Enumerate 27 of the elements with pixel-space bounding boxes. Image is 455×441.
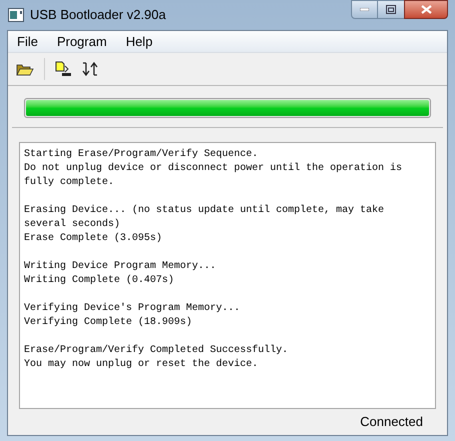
log-line: Writing Device Program Memory...	[24, 260, 216, 274]
maximize-icon	[386, 5, 396, 14]
menu-item[interactable]: Program	[56, 32, 107, 52]
close-button[interactable]	[404, 0, 448, 19]
app-icon	[8, 8, 24, 22]
menu-item[interactable]: File	[17, 32, 38, 52]
minimize-icon	[360, 8, 369, 11]
document-chip-icon[interactable]	[55, 60, 72, 78]
log-line: You may now unplug or reset the device.	[24, 358, 258, 372]
menu-item[interactable]: Help	[126, 32, 153, 52]
log-line: several seconds)	[24, 218, 120, 232]
window-title: USB Bootloader v2.90a	[30, 6, 166, 24]
log-line: Writing Complete (0.407s)	[24, 274, 174, 288]
log-line: Verifying Device's Program Memory...	[24, 302, 240, 316]
log-line: Verifying Complete (18.909s)	[24, 316, 192, 330]
log-line: Erase Complete (3.095s)	[24, 232, 162, 246]
close-icon	[420, 5, 432, 14]
status-text: Connected	[360, 413, 423, 432]
maximize-button[interactable]	[378, 0, 404, 19]
minimize-button[interactable]	[351, 0, 378, 19]
arrows-icon[interactable]	[82, 61, 98, 77]
log-line: Do not unplug device or disconnect power until the operation is	[24, 162, 402, 176]
log-line: Starting Erase/Program/Verify Sequence.	[24, 148, 258, 162]
log-line: Erasing Device... (no status update until complete, may take	[24, 204, 384, 218]
log-line: Erase/Program/Verify Completed Successfully.	[24, 344, 288, 358]
folder-icon[interactable]	[16, 62, 34, 76]
log-line: fully complete.	[24, 176, 114, 190]
